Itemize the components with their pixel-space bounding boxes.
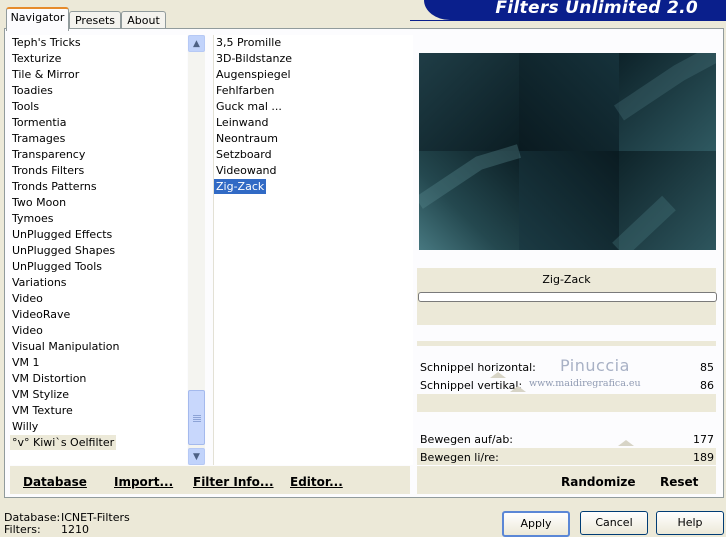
category-list-item[interactable]: Transparency: [10, 147, 87, 162]
banner-stripe: [410, 20, 726, 21]
filter-info-button[interactable]: Filter Info...: [193, 475, 274, 489]
category-list-item[interactable]: VM Stylize: [10, 387, 71, 402]
chevron-up-icon: ▲: [193, 38, 200, 49]
category-list-item[interactable]: Toadies: [10, 83, 55, 98]
category-list-item[interactable]: Visual Manipulation: [10, 339, 121, 354]
reset-button[interactable]: Reset: [660, 475, 698, 489]
filter-list-item[interactable]: Videowand: [214, 163, 279, 178]
category-list-item[interactable]: Texturize: [10, 51, 63, 66]
category-list-item[interactable]: Tormentia: [10, 115, 68, 130]
category-list-item[interactable]: Tronds Filters: [10, 163, 86, 178]
watermark-site: www.maidiregrafica.eu: [529, 378, 641, 389]
progress-bar: [418, 292, 717, 302]
database-button[interactable]: Database: [23, 475, 87, 489]
divider: [417, 394, 716, 412]
tab-label: About: [127, 14, 160, 27]
category-list-item[interactable]: Variations: [10, 275, 69, 290]
category-list-item[interactable]: Tramages: [10, 131, 67, 146]
filter-list[interactable]: 3,5 Promille 3D-Bildstanze Augenspiegel Feh…: [213, 35, 413, 465]
app-title: Filters Unlimited 2.0: [495, 0, 698, 18]
scroll-thumb[interactable]: [188, 390, 205, 445]
preview-image: [419, 53, 716, 250]
param-label: Bewegen li/re:: [420, 451, 499, 464]
apply-button[interactable]: Apply: [502, 511, 570, 537]
filter-list-item[interactable]: Fehlfarben: [214, 83, 276, 98]
category-list-item[interactable]: VM Distortion: [10, 371, 88, 386]
grip-line: [193, 421, 201, 422]
randomize-button[interactable]: Randomize: [561, 475, 635, 489]
category-list-item[interactable]: Tronds Patterns: [10, 179, 99, 194]
param-value: 189: [693, 451, 714, 464]
slider-thumb-icon[interactable]: [618, 440, 634, 446]
param-label: Schnippel horizontal:: [420, 361, 536, 374]
category-list-item[interactable]: Two Moon: [10, 195, 68, 210]
scroll-down-button[interactable]: ▼: [188, 448, 205, 465]
filter-list-item[interactable]: Zig-Zack: [214, 179, 267, 194]
editor-button[interactable]: Editor...: [290, 475, 343, 489]
param-row-bewegen-li-re[interactable]: Bewegen li/re: 189: [417, 448, 716, 465]
category-list-item[interactable]: UnPlugged Tools: [10, 259, 104, 274]
filter-name-label: Zig-Zack: [542, 273, 591, 286]
category-list-item[interactable]: Video: [10, 291, 45, 306]
grip-line: [193, 417, 201, 418]
category-list-item[interactable]: UnPlugged Shapes: [10, 243, 117, 258]
param-row-bewegen-auf-ab[interactable]: Bewegen auf/ab: 177: [417, 430, 716, 447]
filter-list-item[interactable]: Setzboard: [214, 147, 274, 162]
watermark-name: Pinuccia: [560, 356, 630, 375]
help-button[interactable]: Help: [656, 511, 724, 535]
filter-list-item[interactable]: Augenspiegel: [214, 67, 293, 82]
category-list-item[interactable]: VideoRave: [10, 307, 72, 322]
param-value: 85: [700, 361, 714, 374]
filter-list-item[interactable]: Guck mal ...: [214, 99, 284, 114]
slider-thumb-icon[interactable]: [510, 386, 526, 392]
param-label: Schnippel vertikal:: [420, 379, 523, 392]
grip-line: [193, 419, 201, 420]
cancel-button[interactable]: Cancel: [580, 511, 648, 535]
divider: [417, 341, 716, 346]
category-list-item[interactable]: °v° Kiwi`s Oelfilter: [10, 435, 117, 450]
grip-line: [193, 415, 201, 416]
filter-list-item[interactable]: 3D-Bildstanze: [214, 51, 294, 66]
category-list-item[interactable]: Willy: [10, 419, 40, 434]
category-list-item[interactable]: Tools: [10, 99, 41, 114]
tab-navigator[interactable]: Navigator: [6, 7, 69, 31]
scroll-up-button[interactable]: ▲: [188, 35, 205, 52]
chevron-down-icon: ▼: [193, 451, 200, 462]
category-list-item[interactable]: Tymoes: [10, 211, 55, 226]
param-value: 86: [700, 379, 714, 392]
filter-list-item[interactable]: Leinwand: [214, 115, 270, 130]
tab-about[interactable]: About: [121, 11, 166, 29]
category-list-item[interactable]: VM Texture: [10, 403, 75, 418]
param-value: 177: [693, 433, 714, 446]
category-list-item[interactable]: VM 1: [10, 355, 42, 370]
tab-label: Presets: [74, 14, 116, 27]
param-label: Bewegen auf/ab:: [420, 433, 514, 446]
category-list-item[interactable]: Tile & Mirror: [10, 67, 81, 82]
filter-list-item[interactable]: Neontraum: [214, 131, 280, 146]
title-banner: Filters Unlimited 2.0: [424, 0, 726, 20]
category-list[interactable]: Teph's Tricks Texturize Tile & Mirror Toadi…: [10, 35, 187, 465]
preview-svg: [419, 53, 716, 250]
tab-presets[interactable]: Presets: [69, 11, 121, 29]
category-scrollbar[interactable]: ▲ ▼: [188, 35, 205, 465]
tab-label: Navigator: [10, 11, 65, 24]
import-button[interactable]: Import...: [114, 475, 173, 489]
category-list-item[interactable]: UnPlugged Effects: [10, 227, 114, 242]
category-list-item[interactable]: Video: [10, 323, 45, 338]
category-list-item[interactable]: Teph's Tricks: [10, 35, 83, 50]
filter-list-item[interactable]: 3,5 Promille: [214, 35, 283, 50]
